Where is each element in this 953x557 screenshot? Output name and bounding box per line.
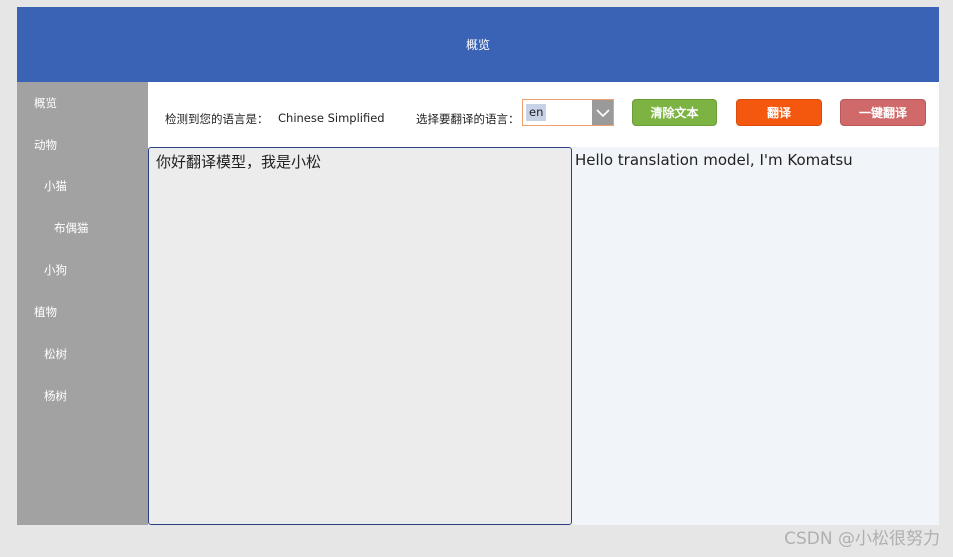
app-window: 概览 概览 动物 小猫 布偶猫 小狗 植物 松树 杨树 检测到您的语言是： Ch… — [17, 7, 939, 525]
sidebar-item-plants[interactable]: 植物 — [34, 304, 57, 320]
toolbar: 检测到您的语言是： Chinese Simplified 选择要翻译的语言： e… — [148, 82, 939, 147]
sidebar-item-overview[interactable]: 概览 — [34, 95, 57, 111]
translate-button[interactable]: 翻译 — [736, 99, 822, 126]
sidebar-item-animals[interactable]: 动物 — [34, 137, 57, 153]
target-language-value: en — [526, 104, 546, 121]
sidebar-item-kitten[interactable]: 小猫 — [44, 178, 67, 194]
source-text-input[interactable]: 你好翻译模型，我是小松 — [148, 147, 572, 525]
sidebar-item-ragdoll[interactable]: 布偶猫 — [54, 220, 89, 236]
sidebar: 概览 动物 小猫 布偶猫 小狗 植物 松树 杨树 — [17, 82, 148, 525]
detected-language-label: 检测到您的语言是： — [165, 112, 269, 126]
sidebar-item-pine[interactable]: 松树 — [44, 346, 67, 362]
one-click-translate-button[interactable]: 一键翻译 — [840, 99, 926, 126]
page-header: 概览 — [17, 7, 939, 82]
chevron-down-icon[interactable] — [592, 100, 613, 125]
translation-output: Hello translation model, I'm Komatsu — [572, 147, 939, 525]
clear-text-button[interactable]: 清除文本 — [632, 99, 717, 126]
sidebar-item-puppy[interactable]: 小狗 — [44, 262, 67, 278]
detected-language-value: Chinese Simplified — [278, 111, 385, 125]
watermark: CSDN @小松很努力 — [784, 529, 940, 549]
sidebar-item-poplar[interactable]: 杨树 — [44, 388, 67, 404]
target-language-label: 选择要翻译的语言： — [416, 112, 520, 126]
page-title: 概览 — [465, 38, 490, 52]
target-language-select[interactable]: en — [522, 99, 614, 126]
